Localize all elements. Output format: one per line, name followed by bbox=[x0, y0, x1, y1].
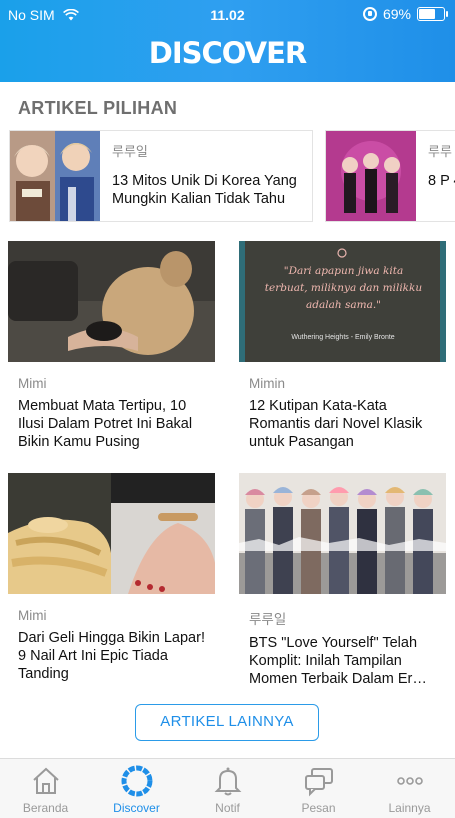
tab-bar: Beranda Discover Notif Pesan Lainnya bbox=[0, 758, 455, 818]
rotation-lock-icon bbox=[362, 7, 377, 21]
tab-label: Pesan bbox=[301, 801, 336, 815]
status-bar: No SIM 11.02 69% bbox=[0, 0, 455, 30]
article-image bbox=[239, 473, 446, 594]
article-image bbox=[8, 241, 215, 362]
tab-pesan[interactable]: Pesan bbox=[273, 759, 364, 818]
featured-author: 루루 bbox=[428, 144, 452, 159]
article-title: Membuat Mata Tertipu, 10 Ilusi Dalam Pot… bbox=[18, 398, 193, 450]
article-author: Mimin bbox=[249, 376, 285, 391]
article-image bbox=[8, 473, 215, 594]
battery-level bbox=[419, 9, 435, 19]
status-right: 69% bbox=[362, 6, 448, 22]
article-card[interactable]: Mimi Dari Geli Hingga Bikin Lapar! 9 Nai… bbox=[8, 473, 215, 683]
tab-label: Notif bbox=[215, 801, 240, 815]
featured-author: 루루일 bbox=[112, 144, 148, 159]
tab-label: Beranda bbox=[22, 801, 69, 815]
app-header: No SIM 11.02 69% DISCOVER bbox=[0, 0, 455, 82]
article-author: Mimi bbox=[18, 608, 47, 623]
section-title: ARTIKEL PILIHAN bbox=[18, 98, 178, 118]
home-icon bbox=[32, 767, 59, 794]
tab-notif[interactable]: Notif bbox=[182, 759, 273, 818]
more-articles-button[interactable]: ARTIKEL LAINNYA bbox=[135, 704, 319, 741]
featured-carousel[interactable]: 루루일 13 Mitos Unik Di Korea Yang Mungkin … bbox=[0, 130, 455, 222]
tab-lainnya[interactable]: Lainnya bbox=[364, 759, 455, 818]
quote-text: "Dari apapun jiwa kita terbuat, miliknya… bbox=[264, 265, 423, 311]
featured-card[interactable]: 루루일 13 Mitos Unik Di Korea Yang Mungkin … bbox=[9, 130, 313, 222]
article-card[interactable]: "Dari apapun jiwa kita terbuat, miliknya… bbox=[239, 241, 446, 451]
featured-thumbnail bbox=[326, 131, 416, 221]
article-title: BTS "Love Yourself" Telah Komplit: Inila… bbox=[249, 635, 427, 687]
article-card[interactable]: Mimi Membuat Mata Tertipu, 10 Ilusi Dala… bbox=[8, 241, 215, 451]
quote-source: Wuthering Heights - Emily Bronte bbox=[291, 334, 395, 341]
article-title: Dari Geli Hingga Bikin Lapar! 9 Nail Art… bbox=[18, 630, 205, 682]
discover-icon bbox=[121, 765, 152, 797]
bell-icon bbox=[214, 767, 241, 796]
more-icon bbox=[396, 777, 423, 785]
article-image: "Dari apapun jiwa kita terbuat, miliknya… bbox=[239, 241, 446, 362]
battery-percent: 69% bbox=[382, 6, 411, 22]
article-author: Mimi bbox=[18, 376, 47, 391]
battery-icon bbox=[417, 7, 448, 21]
featured-info: 루루 8 P 48 bbox=[416, 131, 455, 221]
tab-label: Lainnya bbox=[388, 801, 431, 815]
article-author: 루루일 bbox=[249, 612, 287, 627]
featured-thumbnail bbox=[10, 131, 100, 221]
chat-icon bbox=[304, 768, 333, 797]
tab-label: Discover bbox=[113, 801, 160, 815]
featured-title: 13 Mitos Unik Di Korea Yang Mungkin Kali… bbox=[112, 173, 297, 207]
featured-card[interactable]: 루루 8 P 48 bbox=[325, 130, 455, 222]
tab-beranda[interactable]: Beranda bbox=[0, 759, 91, 818]
featured-title: 8 P 48 bbox=[428, 173, 455, 189]
article-card[interactable]: 루루일 BTS "Love Yourself" Telah Komplit: I… bbox=[239, 473, 446, 688]
featured-info: 루루일 13 Mitos Unik Di Korea Yang Mungkin … bbox=[100, 131, 312, 221]
tab-discover[interactable]: Discover bbox=[91, 759, 182, 818]
page-title: DISCOVER bbox=[148, 36, 308, 70]
article-title: 12 Kutipan Kata-Kata Romantis dari Novel… bbox=[249, 398, 423, 450]
